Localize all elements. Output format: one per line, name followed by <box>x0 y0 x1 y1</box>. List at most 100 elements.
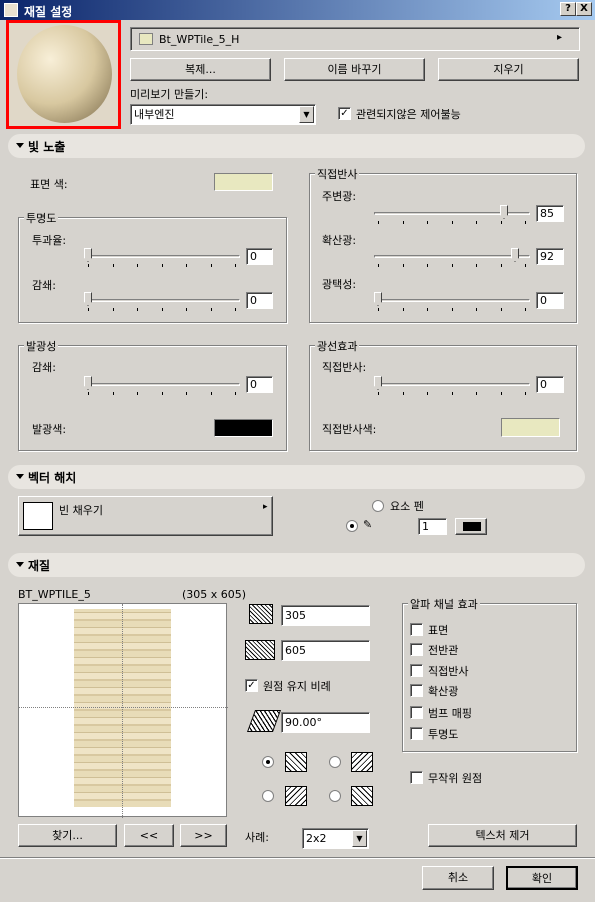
alpha-ambient-checkbox[interactable] <box>410 643 423 656</box>
orientation-3-icon <box>285 786 307 806</box>
alpha-transparency-checkbox[interactable] <box>410 727 423 740</box>
material-swatch <box>139 33 153 45</box>
rename-button[interactable]: 이름 바꾸기 <box>284 58 425 81</box>
next-texture-button[interactable]: >> <box>180 824 227 847</box>
element-pen-radio[interactable] <box>372 500 384 512</box>
collapse-icon <box>16 474 24 479</box>
ray-reflect-slider[interactable] <box>374 376 530 396</box>
remove-texture-button[interactable]: 텍스처 제거 <box>428 824 577 847</box>
ambient-slider[interactable] <box>374 205 530 225</box>
keep-ratio-label: 원점 유지 비례 <box>263 680 331 693</box>
fill-selector[interactable]: 빈 채우기 ▸ <box>18 496 273 536</box>
close-button[interactable]: X <box>576 2 592 16</box>
duplicate-button[interactable]: 복제... <box>130 58 271 81</box>
control-label: 관련되지않은 제어불능 <box>356 108 461 121</box>
ambient-label: 주변광: <box>322 190 357 203</box>
orientation-2-icon <box>351 752 373 772</box>
section-hatch[interactable]: 벡터 해치 <box>8 465 585 489</box>
pen-input[interactable]: 1 <box>418 518 447 535</box>
emission-falloff-slider[interactable] <box>84 376 240 396</box>
section-texture[interactable]: 재질 <box>8 553 585 577</box>
collapse-icon <box>16 562 24 567</box>
section-hatch-title: 벡터 해치 <box>28 471 77 485</box>
dropdown-arrow-icon[interactable]: ▼ <box>299 106 314 123</box>
alpha-specular-checkbox[interactable] <box>410 664 423 677</box>
specular-label: 광택성: <box>322 278 357 291</box>
alpha-transparency-label: 투명도 <box>428 728 459 741</box>
texture-name: BT_WPTILE_5 <box>18 588 91 601</box>
transparency-falloff-input[interactable]: 0 <box>246 292 273 309</box>
cancel-button[interactable]: 취소 <box>422 866 494 890</box>
diffuse-slider[interactable] <box>374 248 530 268</box>
transmission-label: 투과율: <box>32 234 67 247</box>
texture-width-input[interactable]: 305 <box>281 605 370 626</box>
help-button[interactable]: ? <box>560 2 576 16</box>
alpha-diffuse-label: 확산광 <box>428 685 459 698</box>
ok-button[interactable]: 확인 <box>506 866 578 890</box>
app-icon <box>4 3 18 17</box>
emission-falloff-input[interactable]: 0 <box>246 376 273 393</box>
fill-preview <box>23 502 53 530</box>
ray-title: 광선효과 <box>315 338 360 354</box>
ray-reflect-color-swatch[interactable] <box>501 418 560 437</box>
ratio-select[interactable]: 2x2 ▼ <box>302 828 369 849</box>
prev-texture-button[interactable]: << <box>124 824 174 847</box>
orientation-radio-4[interactable] <box>329 790 341 802</box>
pen-radio[interactable] <box>346 520 358 532</box>
material-selector[interactable]: Bt_WPTile_5_H ▸ <box>130 27 580 51</box>
dropdown-arrow-icon[interactable]: ▼ <box>352 830 367 847</box>
transparency-falloff-slider[interactable] <box>84 292 240 312</box>
alpha-ambient-label: 전반관 <box>428 644 459 657</box>
texture-height-input[interactable]: 605 <box>281 640 370 661</box>
delete-button[interactable]: 지우기 <box>438 58 579 81</box>
preview-label: 미리보기 만들기: <box>130 88 209 101</box>
collapse-icon <box>16 143 24 148</box>
alpha-diffuse-checkbox[interactable] <box>410 684 423 697</box>
alpha-title: 알파 채널 효과 <box>408 596 480 612</box>
orientation-4-icon <box>351 786 373 806</box>
preview-sphere <box>17 25 112 123</box>
random-origin-checkbox[interactable] <box>410 771 423 784</box>
alpha-surface-checkbox[interactable] <box>410 623 423 636</box>
emission-color-label: 발광색: <box>32 423 67 436</box>
ratio-value: 2x2 <box>306 832 327 845</box>
transparency-falloff-label: 감쇄: <box>32 279 56 292</box>
height-icon <box>245 640 275 660</box>
orientation-radio-3[interactable] <box>262 790 274 802</box>
control-checkbox[interactable]: ✓ <box>338 107 351 120</box>
alpha-specular-label: 직접반사 <box>428 665 469 678</box>
ray-reflect-input[interactable]: 0 <box>536 376 564 393</box>
emission-title: 발광성 <box>24 338 59 354</box>
find-texture-button[interactable]: 찾기... <box>18 824 117 847</box>
pen-color-button[interactable] <box>455 518 487 535</box>
emission-falloff-label: 감쇄: <box>32 361 56 374</box>
surface-color-swatch[interactable] <box>214 173 273 191</box>
texture-angle-input[interactable]: 90.00° <box>281 712 370 733</box>
pen-color-swatch <box>463 522 481 531</box>
menu-arrow-icon: ▸ <box>557 32 563 43</box>
window-title: 재질 설정 <box>24 5 73 19</box>
transmission-input[interactable]: 0 <box>246 248 273 265</box>
pen-icon: ✎ <box>363 518 373 531</box>
orientation-1-icon <box>285 752 307 772</box>
diffuse-input[interactable]: 92 <box>536 248 564 265</box>
emission-color-swatch[interactable] <box>214 419 273 437</box>
diffuse-label: 확산광: <box>322 234 357 247</box>
ambient-input[interactable]: 85 <box>536 205 564 222</box>
orientation-radio-2[interactable] <box>329 756 341 768</box>
preview-engine-select[interactable]: 내부엔진 ▼ <box>130 104 316 125</box>
reflection-title: 직접반사 <box>315 166 360 182</box>
alpha-bump-checkbox[interactable] <box>410 706 423 719</box>
preview-engine-value: 내부엔진 <box>134 108 175 121</box>
material-preview <box>6 20 121 129</box>
section-light-title: 빛 노출 <box>28 140 66 154</box>
keep-ratio-checkbox[interactable]: ✓ <box>245 679 258 692</box>
section-light[interactable]: 빛 노출 <box>8 134 585 158</box>
specular-slider[interactable] <box>374 292 530 312</box>
width-icon <box>249 604 273 624</box>
specular-input[interactable]: 0 <box>536 292 564 309</box>
orientation-radio-1[interactable] <box>262 756 274 768</box>
transmission-slider[interactable] <box>84 248 240 268</box>
alpha-surface-label: 표면 <box>428 624 449 637</box>
texture-dims: (305 x 605) <box>182 588 247 601</box>
